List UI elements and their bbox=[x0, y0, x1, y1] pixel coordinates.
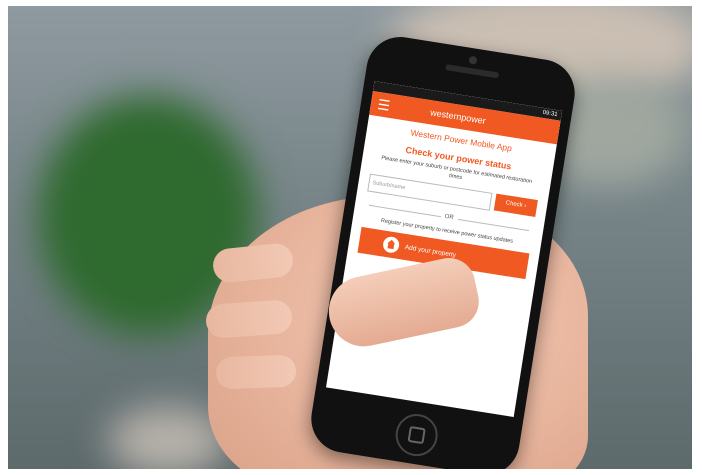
check-button[interactable]: Check › bbox=[493, 193, 538, 218]
or-label: OR bbox=[444, 214, 454, 222]
divider-line bbox=[457, 218, 530, 231]
house-icon bbox=[381, 235, 401, 255]
finger bbox=[204, 299, 294, 339]
home-button[interactable] bbox=[392, 411, 441, 460]
app-screen: 09:31 ☰ westernpower Western Power Mobil… bbox=[326, 81, 563, 418]
finger bbox=[215, 354, 297, 390]
check-label: Check bbox=[505, 200, 523, 210]
status-time: 09:31 bbox=[542, 109, 558, 119]
camera-icon bbox=[468, 55, 478, 65]
chevron-right-icon: › bbox=[523, 203, 527, 210]
menu-icon[interactable]: ☰ bbox=[370, 94, 398, 115]
brand-logo: westernpower bbox=[429, 107, 487, 126]
speaker-grille bbox=[445, 64, 500, 79]
photo-background: 09:31 ☰ westernpower Western Power Mobil… bbox=[8, 6, 692, 469]
add-property-label: Add your property bbox=[404, 243, 457, 259]
divider-line bbox=[368, 204, 441, 217]
